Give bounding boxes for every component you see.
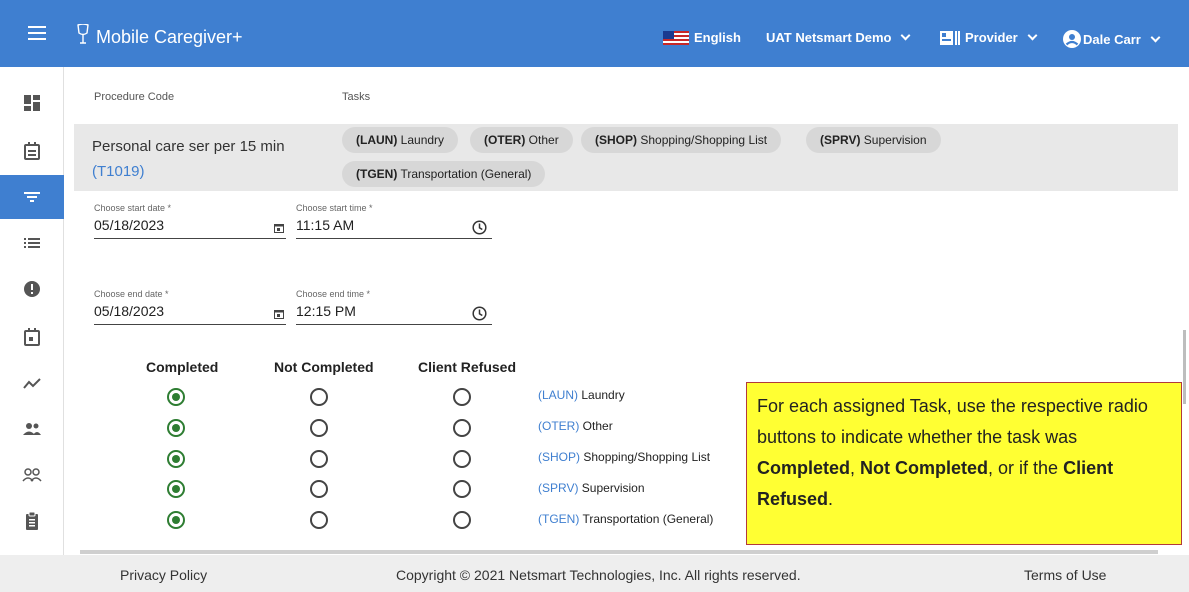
radio-completed-shop[interactable] bbox=[167, 450, 185, 468]
procedure-code: (T1019) bbox=[92, 163, 145, 180]
radio-not-completed-tgen[interactable] bbox=[310, 511, 328, 529]
trending-icon bbox=[23, 378, 41, 389]
list-icon bbox=[24, 238, 40, 248]
task-label-sprv: (SPRV) Supervision bbox=[538, 481, 645, 495]
radio-client-refused-tgen[interactable] bbox=[453, 511, 471, 529]
us-flag-icon bbox=[663, 30, 689, 45]
footer: Privacy Policy Copyright © 2021 Netsmart… bbox=[0, 555, 1189, 592]
copyright-text: Copyright © 2021 Netsmart Technologies, … bbox=[396, 567, 801, 583]
app-logo-icon bbox=[77, 24, 89, 44]
task-chip: (TGEN) Transportation (General) bbox=[342, 161, 546, 187]
end-time-field[interactable]: Choose end time * 12:15 PM bbox=[296, 289, 492, 325]
terms-of-use-link[interactable]: Terms of Use bbox=[1024, 567, 1106, 583]
procedure-row: Personal care ser per 15 min (T1019) (LA… bbox=[74, 124, 1178, 191]
sidebar-item-schedule[interactable] bbox=[0, 315, 64, 359]
column-header-client-refused: Client Refused bbox=[418, 359, 517, 375]
sidebar-item-assignments[interactable] bbox=[0, 499, 64, 543]
end-time-input[interactable]: 12:15 PM bbox=[296, 303, 492, 325]
radio-completed-laun[interactable] bbox=[167, 388, 185, 406]
end-date-field[interactable]: Choose end date * 05/18/2023 bbox=[94, 289, 286, 325]
start-time-input[interactable]: 11:15 AM bbox=[296, 217, 492, 239]
start-time-label: Choose start time * bbox=[296, 203, 373, 213]
task-label-laun: (LAUN) Laundry bbox=[538, 388, 625, 402]
sidebar-item-notes[interactable] bbox=[0, 129, 64, 173]
chevron-down-icon bbox=[901, 30, 911, 41]
end-time-label: Choose end time * bbox=[296, 289, 371, 299]
account-circle-icon bbox=[1063, 30, 1081, 48]
filter-icon bbox=[24, 192, 40, 202]
task-chip: (LAUN) Laundry bbox=[342, 127, 459, 153]
hamburger-menu-icon[interactable] bbox=[28, 26, 46, 40]
horizontal-scrollbar[interactable] bbox=[80, 550, 1158, 554]
sidebar-item-dashboard[interactable] bbox=[0, 81, 64, 125]
sidebar bbox=[0, 67, 64, 555]
calendar-picker-icon[interactable] bbox=[274, 223, 284, 233]
radio-not-completed-oter[interactable] bbox=[310, 419, 328, 437]
language-label: English bbox=[694, 30, 741, 45]
sidebar-item-list[interactable] bbox=[0, 221, 64, 265]
top-app-bar: Mobile Caregiver+ English UAT Netsmart D… bbox=[0, 0, 1189, 67]
user-name: Dale Carr bbox=[1083, 31, 1141, 47]
column-header-completed: Completed bbox=[146, 359, 219, 375]
sidebar-item-clients[interactable] bbox=[0, 407, 64, 451]
radio-not-completed-sprv[interactable] bbox=[310, 480, 328, 498]
radio-client-refused-shop[interactable] bbox=[453, 450, 471, 468]
privacy-policy-link[interactable]: Privacy Policy bbox=[120, 567, 207, 583]
radio-client-refused-sprv[interactable] bbox=[453, 480, 471, 498]
calendar-note-icon bbox=[24, 142, 40, 160]
sidebar-item-alerts[interactable] bbox=[0, 267, 64, 311]
radio-client-refused-oter[interactable] bbox=[453, 419, 471, 437]
task-chip: (SPRV) Supervision bbox=[806, 127, 941, 153]
agency-label: UAT Netsmart Demo bbox=[766, 30, 892, 45]
radio-not-completed-shop[interactable] bbox=[310, 450, 328, 468]
sidebar-item-caregivers[interactable] bbox=[0, 453, 64, 497]
language-selector[interactable]: English bbox=[663, 30, 741, 45]
start-date-label: Choose start date * bbox=[94, 203, 172, 213]
chevron-down-icon bbox=[1027, 30, 1038, 41]
agency-selector[interactable]: UAT Netsmart Demo bbox=[766, 30, 911, 45]
column-header-not-completed: Not Completed bbox=[274, 359, 374, 375]
calendar-picker-icon[interactable] bbox=[274, 309, 284, 319]
task-chip: (OTER) Other bbox=[470, 127, 573, 153]
role-label: Provider bbox=[965, 30, 1018, 45]
sidebar-item-reports[interactable] bbox=[0, 361, 64, 405]
dashboard-icon bbox=[24, 95, 40, 111]
end-date-label: Choose end date * bbox=[94, 289, 169, 299]
start-date-field[interactable]: Choose start date * 05/18/2023 bbox=[94, 203, 286, 239]
start-date-input[interactable]: 05/18/2023 bbox=[94, 217, 286, 239]
task-chip: (SHOP) Shopping/Shopping List bbox=[581, 127, 782, 153]
radio-completed-sprv[interactable] bbox=[167, 480, 185, 498]
radio-not-completed-laun[interactable] bbox=[310, 388, 328, 406]
radio-completed-oter[interactable] bbox=[167, 419, 185, 437]
clipboard-icon bbox=[26, 511, 38, 530]
role-selector[interactable]: Provider bbox=[940, 30, 1038, 45]
chevron-down-icon bbox=[1150, 32, 1161, 42]
instruction-callout: For each assigned Task, use the respecti… bbox=[746, 382, 1182, 545]
start-time-field[interactable]: Choose start time * 11:15 AM bbox=[296, 203, 492, 239]
vertical-scrollbar[interactable] bbox=[1183, 330, 1186, 404]
clock-icon[interactable] bbox=[472, 220, 487, 235]
user-menu[interactable]: Dale Carr bbox=[1063, 30, 1161, 48]
alert-icon bbox=[24, 281, 40, 297]
radio-completed-tgen[interactable] bbox=[167, 511, 185, 529]
task-label-tgen: (TGEN) Transportation (General) bbox=[538, 512, 714, 526]
sidebar-item-filter[interactable] bbox=[0, 175, 64, 219]
id-card-icon bbox=[940, 30, 960, 45]
group-icon bbox=[23, 423, 41, 435]
task-label-shop: (SHOP) Shopping/Shopping List bbox=[538, 450, 711, 464]
end-date-input[interactable]: 05/18/2023 bbox=[94, 303, 286, 325]
procedure-code-header: Procedure Code bbox=[94, 91, 175, 103]
people-outline-icon bbox=[22, 468, 42, 482]
tasks-header: Tasks bbox=[342, 91, 371, 103]
radio-client-refused-laun[interactable] bbox=[453, 388, 471, 406]
event-icon bbox=[24, 328, 40, 346]
task-label-oter: (OTER) Other bbox=[538, 419, 613, 433]
procedure-name: Personal care ser per 15 min bbox=[92, 138, 285, 155]
clock-icon[interactable] bbox=[472, 306, 487, 321]
app-title: Mobile Caregiver+ bbox=[96, 27, 243, 47]
